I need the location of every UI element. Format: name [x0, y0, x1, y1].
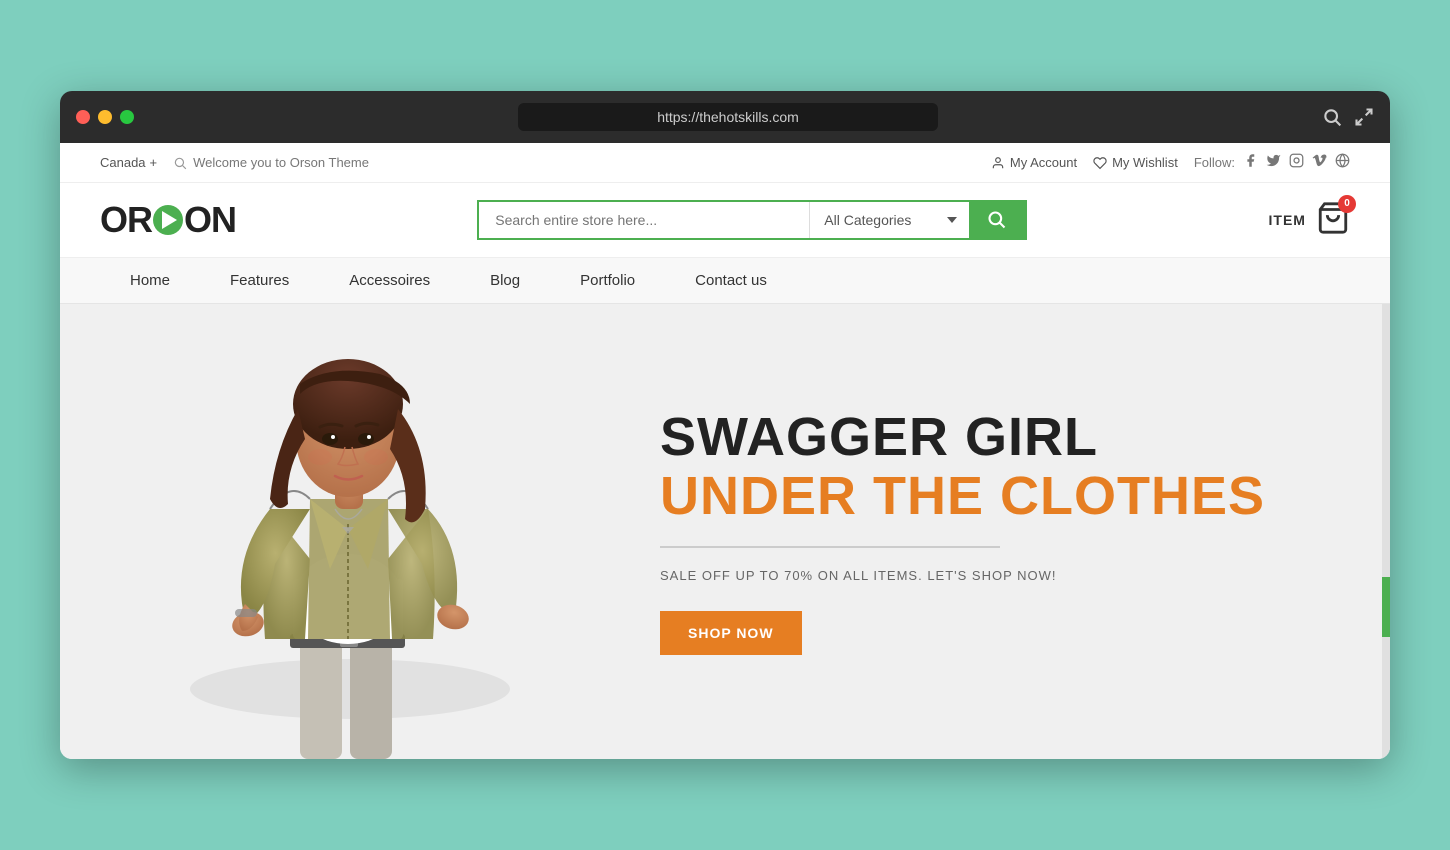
vimeo-icon[interactable]	[1312, 153, 1327, 172]
welcome-text: Welcome you to Orson Theme	[173, 155, 369, 170]
site-logo[interactable]: OR ON	[100, 199, 236, 241]
nav-item-home[interactable]: Home	[100, 258, 200, 303]
traffic-lights	[76, 110, 134, 124]
maximize-button[interactable]	[120, 110, 134, 124]
heart-icon	[1093, 156, 1107, 170]
logo-text-son: ON	[184, 199, 236, 241]
top-bar-right: My Account My Wishlist Follow:	[991, 153, 1350, 172]
minimize-button[interactable]	[98, 110, 112, 124]
nav-item-blog[interactable]: Blog	[460, 258, 550, 303]
url-bar-area	[146, 103, 1310, 131]
country-plus: +	[150, 155, 158, 170]
country-selector[interactable]: Canada +	[100, 155, 157, 170]
instagram-icon[interactable]	[1289, 153, 1304, 172]
country-label: Canada	[100, 155, 146, 170]
hero-image-area	[120, 304, 580, 759]
browser-titlebar	[60, 91, 1390, 143]
hero-title-main: SWAGGER GIRL	[660, 408, 1310, 467]
search-input[interactable]	[479, 202, 809, 238]
nav-item-features[interactable]: Features	[200, 258, 319, 303]
follow-section: Follow:	[1194, 153, 1350, 172]
my-account-link[interactable]: My Account	[991, 155, 1077, 170]
cart-section[interactable]: ITEM 0	[1269, 201, 1350, 240]
hero-banner: SWAGGER GIRL UNDER THE CLOTHES SALE OFF …	[60, 304, 1390, 759]
nav-list: Home Features Accessoires Blog Portfolio…	[100, 258, 1350, 303]
search-browser-icon[interactable]	[1322, 107, 1342, 127]
top-bar: Canada + Welcome you to Orson Theme My A…	[60, 143, 1390, 183]
logo-play-icon	[153, 205, 183, 235]
logo-play-triangle	[162, 211, 177, 229]
shop-now-button[interactable]: SHOP NOW	[660, 611, 802, 655]
welcome-message: Welcome you to Orson Theme	[193, 155, 369, 170]
cart-label: ITEM	[1269, 212, 1306, 228]
my-wishlist-label: My Wishlist	[1112, 155, 1178, 170]
cart-badge: 0	[1338, 195, 1356, 213]
facebook-icon[interactable]	[1243, 153, 1258, 172]
category-select[interactable]: All Categories Electronics Clothing Acce…	[809, 202, 969, 238]
fullscreen-icon[interactable]	[1354, 107, 1374, 127]
browser-window: Canada + Welcome you to Orson Theme My A…	[60, 91, 1390, 759]
navigation-bar: Home Features Accessoires Blog Portfolio…	[60, 258, 1390, 304]
my-account-label: My Account	[1010, 155, 1077, 170]
hero-content: SWAGGER GIRL UNDER THE CLOTHES SALE OFF …	[580, 368, 1390, 696]
scrollbar-thumb[interactable]	[1382, 577, 1390, 637]
nav-item-portfolio[interactable]: Portfolio	[550, 258, 665, 303]
search-small-icon	[173, 156, 187, 170]
nav-item-accessoires[interactable]: Accessoires	[319, 258, 460, 303]
search-bar: All Categories Electronics Clothing Acce…	[477, 200, 1027, 240]
close-button[interactable]	[76, 110, 90, 124]
logo-text-or: OR	[100, 199, 152, 241]
globe-icon[interactable]	[1335, 153, 1350, 172]
browser-actions	[1322, 107, 1374, 127]
follow-label: Follow:	[1194, 155, 1235, 170]
url-input[interactable]	[518, 103, 938, 131]
website-content: Canada + Welcome you to Orson Theme My A…	[60, 143, 1390, 759]
scrollbar-track[interactable]	[1382, 304, 1390, 759]
top-bar-left: Canada + Welcome you to Orson Theme	[100, 155, 369, 170]
fashion-figure-svg	[170, 309, 530, 759]
cart-icon-wrapper: 0	[1316, 201, 1350, 240]
my-wishlist-link[interactable]: My Wishlist	[1093, 155, 1178, 170]
site-header: OR ON All Categories Electronics Clothin…	[60, 183, 1390, 258]
hero-divider	[660, 546, 1000, 548]
hero-title-sub: UNDER THE CLOTHES	[660, 467, 1310, 526]
hero-description: SALE OFF UP TO 70% ON ALL ITEMS. LET'S S…	[660, 568, 1310, 583]
twitter-icon[interactable]	[1266, 153, 1281, 172]
account-icon	[991, 156, 1005, 170]
nav-item-contact[interactable]: Contact us	[665, 258, 797, 303]
search-button[interactable]	[969, 202, 1025, 238]
